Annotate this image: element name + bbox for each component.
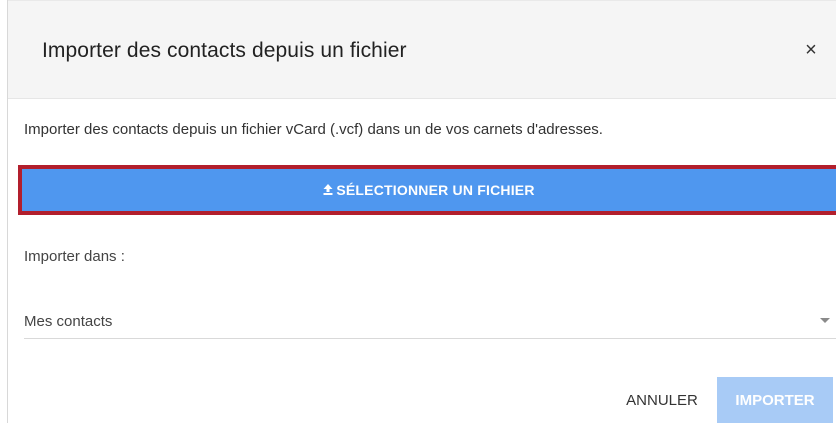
cancel-button[interactable]: ANNULER [620, 385, 704, 415]
addressbook-select[interactable]: Mes contacts [24, 299, 836, 339]
close-icon: × [805, 39, 817, 61]
addressbook-selected-value: Mes contacts [24, 313, 113, 330]
import-contacts-page: Importer des contacts depuis un fichier … [0, 0, 836, 423]
dialog-header: Importer des contacts depuis un fichier … [8, 0, 836, 99]
chevron-down-icon [820, 318, 830, 323]
dialog-description: Importer des contacts depuis un fichier … [24, 121, 603, 138]
select-file-button[interactable]: SÉLECTIONNER UN FICHIER [22, 169, 836, 211]
dialog-title: Importer des contacts depuis un fichier [42, 39, 407, 62]
import-button[interactable]: IMPORTER [717, 377, 833, 423]
upload-icon [323, 183, 333, 195]
import-into-label: Importer dans : [24, 248, 125, 265]
select-file-button-label: SÉLECTIONNER UN FICHIER [336, 182, 535, 198]
close-button[interactable]: × [800, 39, 822, 61]
